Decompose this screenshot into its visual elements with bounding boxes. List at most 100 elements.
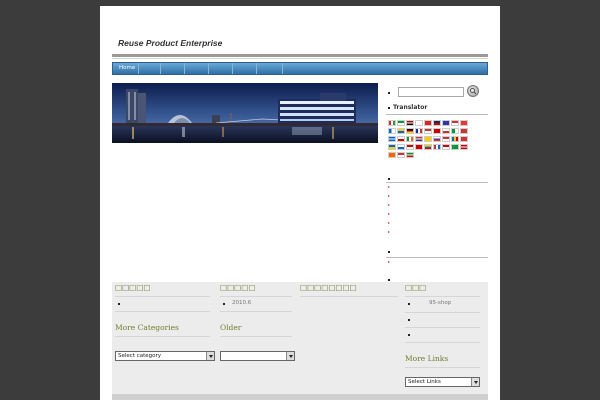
nav-item-4[interactable]: [185, 63, 209, 74]
flag-icon-1[interactable]: [388, 120, 396, 126]
footer-divider: [300, 296, 398, 297]
flag-icon-15[interactable]: [433, 128, 441, 134]
city-skyline-image: [112, 83, 378, 143]
list-arrow-icon[interactable]: [388, 231, 390, 233]
footer-list-item[interactable]: [405, 313, 480, 325]
translator-title: Translator: [393, 104, 428, 111]
links-select[interactable]: Select Links: [405, 377, 480, 387]
site-title[interactable]: Reuse Product Enterprise: [118, 38, 222, 48]
sidebar-bullet: [388, 279, 390, 281]
flag-icon-12[interactable]: [406, 128, 414, 134]
nav-item-3[interactable]: [161, 63, 185, 74]
sidebar-divider: [386, 257, 488, 258]
flag-icon-7[interactable]: [442, 120, 450, 126]
footer-heading-3: □□□□□□□□: [300, 283, 357, 292]
flag-icon-13[interactable]: [415, 128, 423, 134]
flag-icon-33[interactable]: [433, 144, 441, 150]
category-select[interactable]: Select category: [115, 351, 215, 361]
main-nav: Home: [112, 62, 488, 75]
chevron-down-icon: [286, 352, 294, 360]
footer-divider: [115, 336, 210, 337]
footer-divider: [115, 311, 210, 312]
flag-icon-4[interactable]: [415, 120, 423, 126]
footer-bullet: [223, 303, 225, 305]
flag-icon-19[interactable]: [388, 136, 396, 142]
list-arrow-icon[interactable]: [388, 204, 390, 206]
list-arrow-icon[interactable]: [388, 186, 390, 188]
flag-icon-38[interactable]: [397, 152, 405, 158]
flag-icon-25[interactable]: [442, 136, 450, 142]
flag-icon-17[interactable]: [451, 128, 459, 134]
nav-item-5[interactable]: [209, 63, 233, 74]
footer-list-item[interactable]: [115, 297, 210, 309]
search-button[interactable]: [467, 85, 479, 97]
header-divider: [112, 54, 488, 57]
flag-icon-6[interactable]: [433, 120, 441, 126]
footer-col-2: □□□□□ 2010.6 Older: [220, 282, 292, 337]
flag-icon-27[interactable]: [460, 136, 468, 142]
translator-heading: Translator: [388, 104, 427, 111]
nav-item-home[interactable]: Home: [113, 63, 139, 74]
footer-heading-4: □□□: [405, 283, 427, 292]
category-select-value: Select category: [118, 353, 162, 359]
flag-icon-28[interactable]: [388, 144, 396, 150]
footer-heading-2: □□□□□: [220, 283, 256, 292]
footer-list-item[interactable]: 2010.6: [220, 297, 292, 309]
list-arrow-icon[interactable]: [388, 222, 390, 224]
more-categories-heading: More Categories: [115, 323, 179, 332]
footer-bullet: [408, 303, 410, 305]
older-heading: Older: [220, 323, 242, 332]
footer-divider: [220, 311, 292, 312]
link-95-shop[interactable]: 95-shop: [429, 300, 451, 306]
footer-list-item[interactable]: 95-shop: [405, 297, 480, 310]
flag-icon-5[interactable]: [424, 120, 432, 126]
bottom-bar: [112, 394, 488, 400]
flag-icon-37[interactable]: [388, 152, 396, 158]
list-arrow-icon[interactable]: [388, 213, 390, 215]
translator-bullet: [388, 106, 390, 109]
nav-item-7[interactable]: [257, 63, 283, 74]
archive-link-2010-6[interactable]: 2010.6: [232, 300, 251, 306]
flag-icon-20[interactable]: [397, 136, 405, 142]
page-container: Reuse Product Enterprise Home Translator…: [100, 6, 500, 400]
footer-col-3: □□□□□□□□: [300, 282, 398, 297]
flag-icon-29[interactable]: [397, 144, 405, 150]
flag-icon-10[interactable]: [388, 128, 396, 134]
flag-icon-16[interactable]: [442, 128, 450, 134]
flag-icon-24[interactable]: [433, 136, 441, 142]
flag-icon-11[interactable]: [397, 128, 405, 134]
flag-icon-8[interactable]: [451, 120, 459, 126]
sidebar-bullet: [388, 251, 390, 253]
flag-icon-34[interactable]: [442, 144, 450, 150]
flag-icon-36[interactable]: [460, 144, 468, 150]
flag-icon-26[interactable]: [451, 136, 459, 142]
more-links-heading: More Links: [405, 354, 449, 363]
list-arrow-icon[interactable]: [388, 195, 390, 197]
flag-icon-18[interactable]: [460, 128, 468, 134]
flag-icon-14[interactable]: [424, 128, 432, 134]
flag-icon-35[interactable]: [451, 144, 459, 150]
list-arrow-icon[interactable]: [388, 261, 390, 263]
nav-item-6[interactable]: [233, 63, 257, 74]
footer-list-item[interactable]: [405, 328, 480, 340]
nav-item-2[interactable]: [139, 63, 161, 74]
flag-icon-39[interactable]: [406, 152, 414, 158]
footer-divider: [220, 336, 292, 337]
flag-icon-2[interactable]: [397, 120, 405, 126]
footer-heading-1: □□□□□: [115, 283, 151, 292]
flag-icon-30[interactable]: [406, 144, 414, 150]
flag-icon-3[interactable]: [406, 120, 414, 126]
older-select[interactable]: [220, 351, 295, 361]
footer-widgets: □□□□□ More Categories Select category □□…: [112, 282, 488, 394]
flag-icon-23[interactable]: [424, 136, 432, 142]
header-divider-light: [112, 58, 488, 59]
flag-icon-9[interactable]: [460, 120, 468, 126]
flag-icon-21[interactable]: [406, 136, 414, 142]
footer-col-4: □□□ 95-shop More Links: [405, 282, 480, 368]
sidebar-bullet: [388, 178, 390, 180]
flag-icon-32[interactable]: [424, 144, 432, 150]
footer-bullet: [408, 334, 410, 336]
flag-icon-22[interactable]: [415, 136, 423, 142]
flag-icon-31[interactable]: [415, 144, 423, 150]
search-input[interactable]: [398, 87, 464, 97]
